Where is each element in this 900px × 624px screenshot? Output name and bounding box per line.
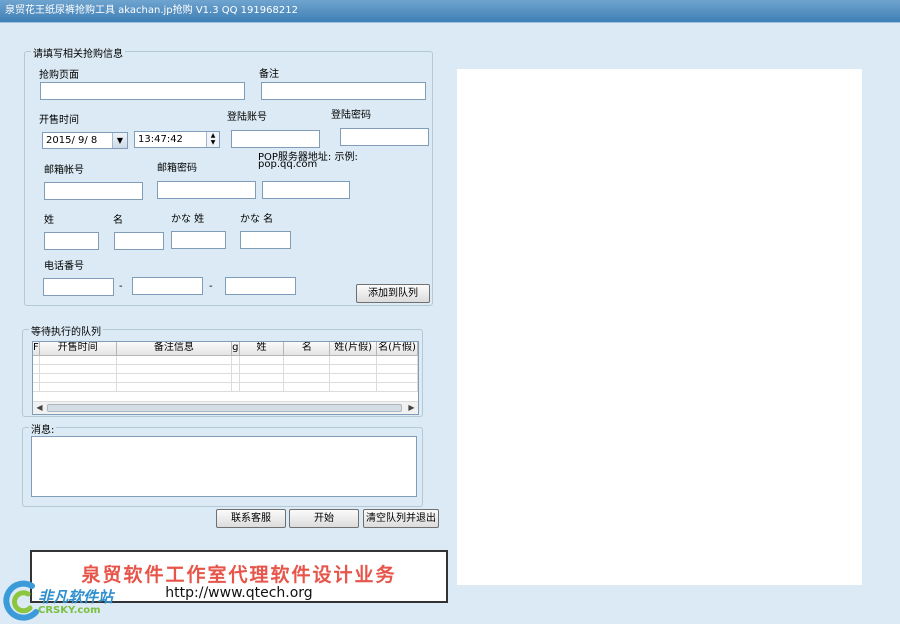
- main-window: 请填写相关抢购信息 抢购页面 备注 开售时间 2015/ 9/ 8 ▼ 13:4…: [0, 22, 900, 624]
- email-account-label: 邮箱帐号: [44, 165, 84, 176]
- table-row[interactable]: [33, 382, 418, 392]
- column-header-g[interactable]: g: [231, 342, 240, 356]
- first-name-label: 名: [113, 215, 123, 226]
- queue-table: F 开售时间 备注信息 g 姓 名 姓(片假) 名(片假): [33, 342, 418, 392]
- queue-horizontal-scrollbar[interactable]: ◀ ▶: [33, 401, 418, 414]
- message-legend: 消息:: [29, 421, 57, 436]
- column-header-kana-first[interactable]: 名(片假): [376, 342, 418, 356]
- email-password-input[interactable]: [157, 181, 256, 199]
- email-account-input[interactable]: [44, 182, 143, 200]
- window-title: 泉贸花王纸尿裤抢购工具 akachan.jp抢购 V1.3 QQ 1919682…: [5, 5, 298, 16]
- column-header-last-name[interactable]: 姓: [239, 342, 285, 356]
- note-label: 备注: [259, 69, 279, 80]
- contact-support-button[interactable]: 联系客服: [216, 509, 286, 528]
- queue-legend: 等待执行的队列: [29, 323, 103, 338]
- purchase-info-group: 请填写相关抢购信息 抢购页面 备注 开售时间 2015/ 9/ 8 ▼ 13:4…: [24, 45, 433, 306]
- add-to-queue-button[interactable]: 添加到队列: [356, 284, 430, 303]
- table-row[interactable]: [33, 355, 418, 365]
- table-row[interactable]: [33, 373, 418, 383]
- kana-last-name-input[interactable]: [171, 231, 226, 249]
- time-spinner[interactable]: ▲ ▼: [206, 132, 219, 147]
- note-input[interactable]: [261, 82, 426, 100]
- sale-time-picker[interactable]: 13:47:42 ▲ ▼: [134, 131, 220, 148]
- column-header-note[interactable]: 备注信息: [116, 342, 233, 356]
- spin-down-icon[interactable]: ▼: [207, 139, 219, 146]
- column-header-sale-time[interactable]: 开售时间: [39, 342, 117, 356]
- scroll-left-icon[interactable]: ◀: [33, 402, 46, 414]
- column-header-kana-last[interactable]: 姓(片假): [329, 342, 378, 356]
- queue-grid[interactable]: F 开售时间 备注信息 g 姓 名 姓(片假) 名(片假) ◀ ▶: [32, 341, 419, 415]
- watermark-domain: CRSKY.com: [38, 605, 101, 616]
- scrollbar-thumb[interactable]: [47, 404, 402, 412]
- sale-time-label: 开售时间: [39, 115, 79, 126]
- column-header-f[interactable]: F: [33, 342, 40, 356]
- sale-date-picker[interactable]: 2015/ 9/ 8 ▼: [42, 132, 128, 149]
- phone-part1-input[interactable]: [43, 278, 114, 296]
- login-account-input[interactable]: [231, 130, 320, 148]
- email-password-label: 邮箱密码: [157, 163, 197, 174]
- table-row[interactable]: [33, 364, 418, 374]
- message-group: 消息:: [22, 421, 423, 507]
- queue-header-row: F 开售时间 备注信息 g 姓 名 姓(片假) 名(片假): [33, 342, 418, 356]
- kana-first-name-label: かな 名: [240, 214, 274, 225]
- phone-separator-2: -: [209, 281, 213, 292]
- pop-server-example: pop.qq.com: [258, 159, 318, 170]
- watermark-logo-icon: [3, 580, 39, 621]
- kana-first-name-input[interactable]: [240, 231, 291, 249]
- login-password-label: 登陆密码: [331, 110, 371, 121]
- title-bar: 泉贸花王纸尿裤抢购工具 akachan.jp抢购 V1.3 QQ 1919682…: [0, 0, 900, 22]
- site-watermark: 非凡软件站 CRSKY.com: [2, 576, 132, 622]
- purchase-page-input[interactable]: [40, 82, 245, 100]
- spin-up-icon[interactable]: ▲: [207, 132, 219, 139]
- watermark-brand: 非凡软件站: [38, 588, 114, 606]
- login-password-input[interactable]: [340, 128, 429, 146]
- login-account-label: 登陆账号: [227, 112, 267, 123]
- purchase-info-legend: 请填写相关抢购信息: [31, 45, 125, 60]
- pop-server-input[interactable]: [262, 181, 350, 199]
- last-name-label: 姓: [44, 215, 54, 226]
- sale-time-value: 13:47:42: [138, 134, 183, 145]
- clear-queue-exit-button[interactable]: 清空队列并退出: [363, 509, 439, 528]
- last-name-input[interactable]: [44, 232, 99, 250]
- queue-group: 等待执行的队列 F 开售时间 备注信息 g 姓 名 姓(片假) 名(片假) ◀ …: [22, 323, 423, 417]
- browser-panel[interactable]: [457, 69, 862, 585]
- message-textarea[interactable]: [31, 436, 417, 497]
- scroll-right-icon[interactable]: ▶: [405, 402, 418, 414]
- start-button[interactable]: 开始: [289, 509, 359, 528]
- column-header-first-name[interactable]: 名: [283, 342, 331, 356]
- phone-part3-input[interactable]: [225, 277, 296, 295]
- purchase-page-label: 抢购页面: [39, 70, 79, 81]
- phone-part2-input[interactable]: [132, 277, 203, 295]
- sale-date-value: 2015/ 9/ 8: [46, 135, 98, 146]
- phone-label: 电话番号: [44, 261, 84, 272]
- kana-last-name-label: かな 姓: [171, 214, 205, 225]
- phone-separator-1: -: [119, 281, 123, 292]
- chevron-down-icon[interactable]: ▼: [112, 133, 127, 148]
- first-name-input[interactable]: [114, 232, 164, 250]
